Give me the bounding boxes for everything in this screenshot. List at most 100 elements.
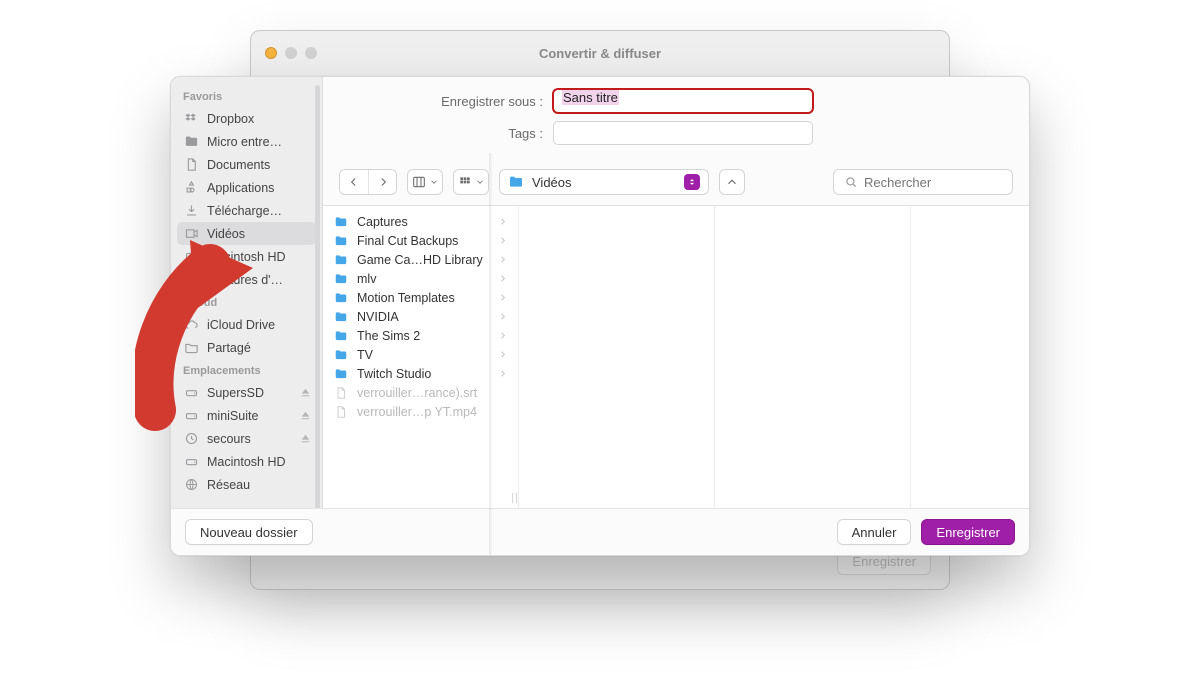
- folder-icon: [333, 215, 349, 229]
- chevron-right-icon: [497, 292, 508, 303]
- group-segment: [453, 169, 489, 195]
- shared-icon: [183, 340, 199, 356]
- zoom-window-icon[interactable]: [305, 47, 317, 59]
- drive-icon: [183, 385, 199, 401]
- file-label: Final Cut Backups: [357, 234, 458, 248]
- tags-label: Tags :: [343, 126, 553, 141]
- columns-icon: [411, 174, 427, 190]
- collapse-button[interactable]: [719, 169, 745, 195]
- file-item[interactable]: mlv: [323, 269, 518, 288]
- parent-titlebar: Convertir & diffuser: [251, 31, 949, 75]
- sidebar-item-label: Macintosh HD: [207, 454, 286, 470]
- sidebar-item-t-l-charge-[interactable]: Télécharge…: [171, 199, 322, 222]
- doc-icon: [183, 157, 199, 173]
- sidebar-item-vid-os[interactable]: Vidéos: [177, 222, 316, 245]
- file-item[interactable]: Captures: [323, 212, 518, 231]
- sidebar-section-header: Favoris: [171, 85, 322, 107]
- sidebar-item-label: Dropbox: [207, 111, 254, 127]
- sidebar-item-secours[interactable]: secours: [171, 427, 322, 450]
- new-folder-button[interactable]: Nouveau dossier: [185, 519, 313, 545]
- sidebar-item-label: Macintosh HD: [207, 249, 286, 265]
- file-item[interactable]: TV: [323, 345, 518, 364]
- sidebar-item-r-seau[interactable]: Réseau: [171, 473, 322, 496]
- column-3[interactable]: [911, 206, 1029, 508]
- view-mode-segment: [407, 169, 443, 195]
- column-resize-handle[interactable]: ||: [511, 492, 519, 504]
- search-input[interactable]: [864, 175, 1002, 190]
- file-icon: [333, 405, 349, 419]
- dropbox-icon: [183, 111, 199, 127]
- file-label: The Sims 2: [357, 329, 420, 343]
- file-label: Captures: [357, 215, 408, 229]
- sidebar-item-captures-d-[interactable]: Captures d'…: [171, 268, 322, 291]
- column-1[interactable]: [519, 206, 715, 508]
- column-2[interactable]: [715, 206, 911, 508]
- apps-icon: [183, 180, 199, 196]
- file-icon: [333, 386, 349, 400]
- view-columns-button[interactable]: [408, 170, 442, 194]
- folder-icon: [333, 234, 349, 248]
- nav-back-button[interactable]: [340, 170, 368, 194]
- sidebar-item-label: Réseau: [207, 477, 250, 493]
- sidebar-item-documents[interactable]: Documents: [171, 153, 322, 176]
- column-0[interactable]: Captures Final Cut Backups Game Ca…HD Libr…: [323, 206, 519, 508]
- filename-input[interactable]: Sans titre: [553, 89, 813, 113]
- folder-icon: [333, 367, 349, 381]
- sidebar-item-applications[interactable]: Applications: [171, 176, 322, 199]
- chevron-right-icon: [497, 349, 508, 360]
- eject-icon[interactable]: [299, 409, 312, 422]
- tags-input[interactable]: [553, 121, 813, 145]
- sidebar-item-partag-[interactable]: Partagé: [171, 336, 322, 359]
- file-item[interactable]: The Sims 2: [323, 326, 518, 345]
- chevron-right-icon: [497, 235, 508, 246]
- chevron-right-icon: [497, 330, 508, 341]
- location-label: Vidéos: [532, 175, 572, 190]
- sidebar-item-minisuite[interactable]: miniSuite: [171, 404, 322, 427]
- chevron-down-icon: [429, 177, 439, 187]
- sidebar-item-label: SupersSD: [207, 385, 264, 401]
- folder-icon: [183, 134, 199, 150]
- chevron-right-icon: [497, 311, 508, 322]
- updown-icon: [684, 174, 700, 190]
- hd-icon: [183, 249, 199, 265]
- search-icon: [844, 175, 858, 189]
- search-field[interactable]: [833, 169, 1013, 195]
- sidebar-item-superssd[interactable]: SupersSD: [171, 381, 322, 404]
- sidebar-item-icloud-drive[interactable]: iCloud Drive: [171, 313, 322, 336]
- file-item[interactable]: Twitch Studio: [323, 364, 518, 383]
- chevron-right-icon: [376, 175, 390, 189]
- traffic-lights[interactable]: [265, 47, 317, 59]
- file-item[interactable]: Game Ca…HD Library: [323, 250, 518, 269]
- sidebar-item-macintosh-hd[interactable]: Macintosh HD: [171, 450, 322, 473]
- file-item: verrouiller…rance).srt: [323, 383, 518, 402]
- sidebar-item-macintosh-hd[interactable]: Macintosh HD: [171, 245, 322, 268]
- camera-icon: [183, 272, 199, 288]
- file-item: verrouiller…p YT.mp4: [323, 402, 518, 421]
- sidebar-item-label: Captures d'…: [207, 272, 283, 288]
- parent-window-title: Convertir & diffuser: [251, 46, 949, 61]
- folder-icon: [333, 272, 349, 286]
- group-button[interactable]: [454, 170, 488, 194]
- eject-icon[interactable]: [299, 432, 312, 445]
- file-item[interactable]: Motion Templates: [323, 288, 518, 307]
- file-label: Twitch Studio: [357, 367, 431, 381]
- folder-icon: [333, 291, 349, 305]
- time-icon: [183, 431, 199, 447]
- file-item[interactable]: Final Cut Backups: [323, 231, 518, 250]
- sidebar-item-dropbox[interactable]: Dropbox: [171, 107, 322, 130]
- minimize-window-icon[interactable]: [285, 47, 297, 59]
- sidebar-scrollbar[interactable]: [315, 85, 320, 508]
- file-item[interactable]: NVIDIA: [323, 307, 518, 326]
- save-button[interactable]: Enregistrer: [921, 519, 1015, 545]
- close-window-icon[interactable]: [265, 47, 277, 59]
- nav-forward-button[interactable]: [368, 170, 396, 194]
- location-popup[interactable]: Vidéos: [499, 169, 709, 195]
- eject-icon[interactable]: [299, 386, 312, 399]
- sheet-footer: Nouveau dossier Annuler Enregistrer: [171, 508, 1029, 555]
- cancel-button[interactable]: Annuler: [837, 519, 912, 545]
- file-label: Game Ca…HD Library: [357, 253, 483, 267]
- grid-icon: [457, 174, 473, 190]
- sidebar-item-micro-entre-[interactable]: Micro entre…: [171, 130, 322, 153]
- file-label: TV: [357, 348, 373, 362]
- sidebar-item-label: Télécharge…: [207, 203, 282, 219]
